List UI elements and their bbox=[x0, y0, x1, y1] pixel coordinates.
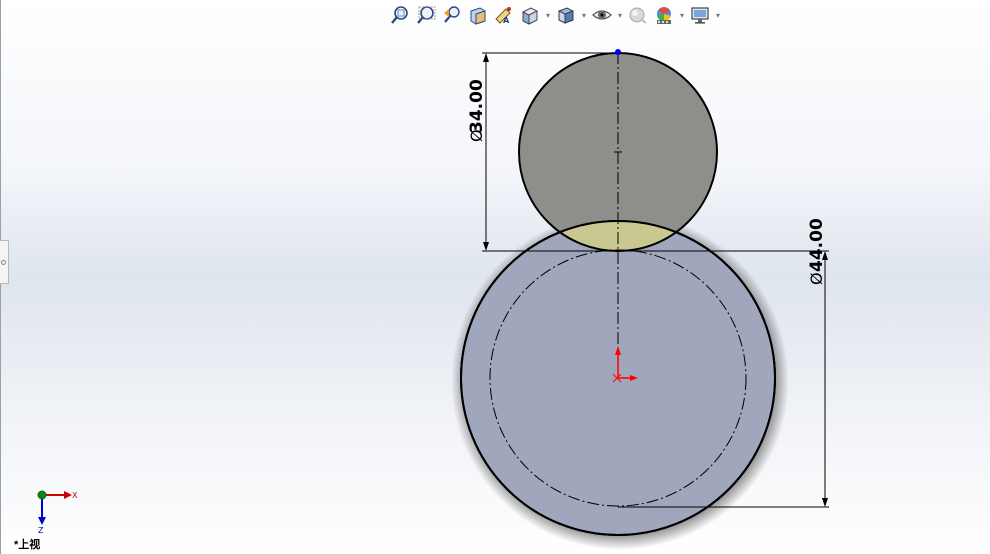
toggle-tab-grip-icon bbox=[1, 260, 6, 265]
svg-text:A: A bbox=[503, 16, 510, 25]
apply-scene-button[interactable] bbox=[652, 3, 676, 27]
display-style-icon bbox=[558, 7, 574, 24]
sketch-point[interactable] bbox=[615, 49, 621, 55]
display-style-dropdown-icon[interactable]: ▾ bbox=[580, 3, 588, 27]
display-style-button[interactable] bbox=[554, 3, 578, 27]
triad-z-label: Z bbox=[38, 526, 44, 535]
zoom-to-area-icon bbox=[417, 6, 436, 24]
diameter-44-label[interactable]: 44.00 bbox=[807, 218, 827, 272]
heads-up-view-toolbar: A ▾ ▾ ▾ ▾ ▾ bbox=[388, 2, 722, 28]
view-orientation-button[interactable] bbox=[518, 3, 542, 27]
view-orientation-dropdown-icon[interactable]: ▾ bbox=[544, 3, 552, 27]
feature-manager-toggle-tab[interactable] bbox=[0, 240, 9, 284]
hide-show-items-button[interactable] bbox=[590, 3, 614, 27]
previous-view-icon bbox=[444, 6, 460, 23]
diameter-34-label[interactable]: 34.00 bbox=[467, 79, 487, 133]
section-view-button[interactable] bbox=[466, 3, 490, 27]
previous-view-button[interactable] bbox=[440, 3, 464, 27]
section-view-icon bbox=[470, 7, 486, 25]
zoom-to-fit-button[interactable] bbox=[388, 3, 412, 27]
diameter-44-symbol: Ø bbox=[807, 272, 826, 285]
reference-triad bbox=[37, 490, 72, 525]
dynamic-annotation-button[interactable]: A bbox=[492, 3, 516, 27]
zoom-to-fit-icon bbox=[391, 6, 408, 24]
graphics-area[interactable]: Ø 34.00 Ø 44.00 X Z bbox=[0, 0, 990, 554]
view-settings-dropdown-icon[interactable]: ▾ bbox=[714, 3, 722, 27]
view-settings-button[interactable] bbox=[688, 3, 712, 27]
hide-show-items-icon bbox=[592, 10, 612, 20]
view-orientation-label: *上视 bbox=[14, 539, 41, 551]
view-orientation-icon bbox=[522, 7, 538, 25]
dynamic-annotation-icon: A bbox=[495, 7, 511, 25]
view-settings-icon bbox=[691, 7, 709, 24]
edit-appearance-button[interactable] bbox=[626, 3, 650, 27]
hide-show-items-dropdown-icon[interactable]: ▾ bbox=[616, 3, 624, 27]
apply-scene-icon bbox=[657, 7, 671, 24]
edit-appearance-icon bbox=[629, 7, 647, 24]
zoom-to-area-button[interactable] bbox=[414, 3, 438, 27]
triad-x-label: X bbox=[72, 491, 78, 500]
apply-scene-dropdown-icon[interactable]: ▾ bbox=[678, 3, 686, 27]
